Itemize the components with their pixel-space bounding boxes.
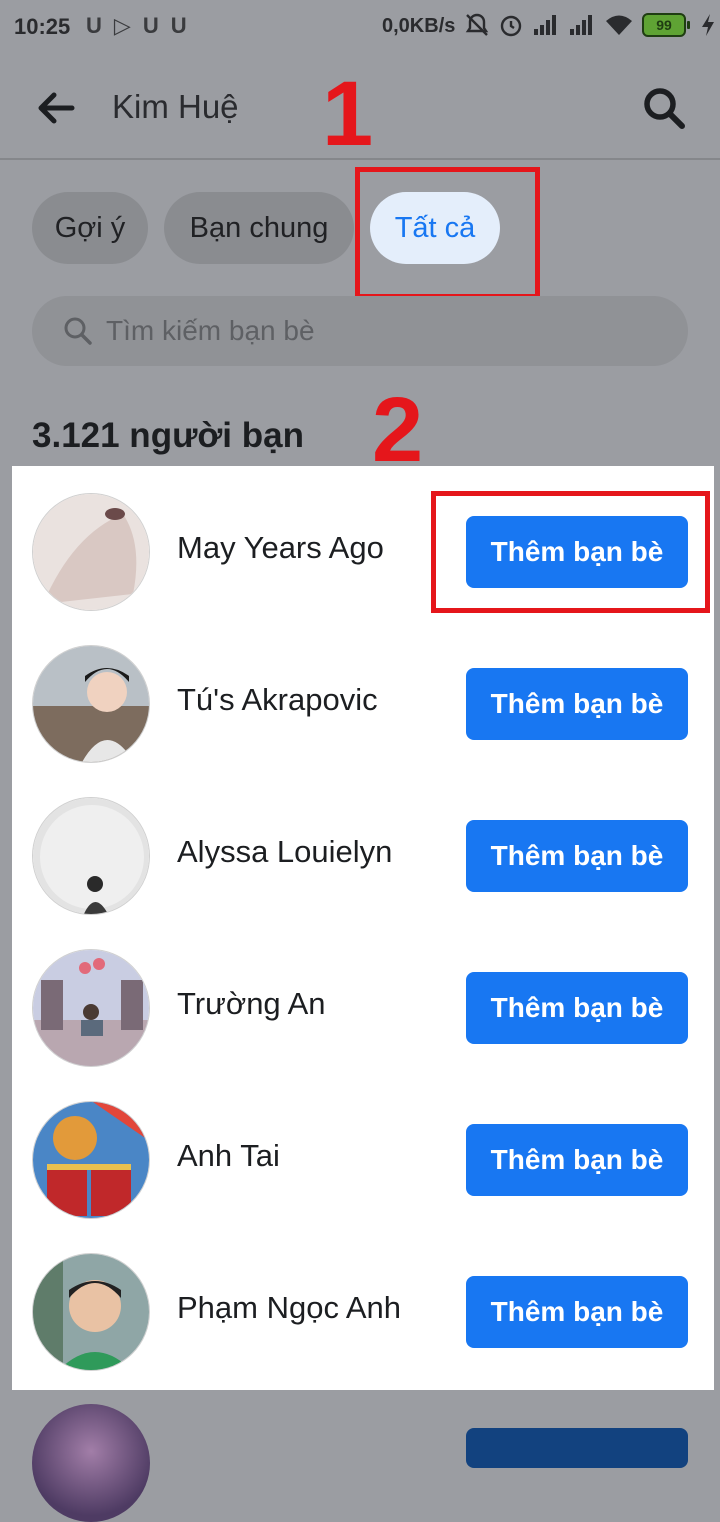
page-title: Kim Huệ <box>112 88 239 125</box>
network-speed: 0,0KB/s <box>382 15 456 37</box>
search-icon <box>64 317 92 345</box>
arrow-left-icon <box>38 92 75 124</box>
friend-name[interactable]: Anh Tai <box>177 1138 280 1174</box>
status-notification-icons: U ▷ U U <box>86 12 187 40</box>
battery-indicator: 99 <box>642 13 690 37</box>
avatar-photo <box>33 950 149 1066</box>
friend-name[interactable]: Tú's Akrapovic <box>177 682 378 718</box>
friend-name[interactable]: Alyssa Louielyn <box>177 834 392 870</box>
add-friend-button <box>466 1428 688 1468</box>
chip-suggestions[interactable]: Gợi ý <box>32 192 148 264</box>
add-friend-button[interactable]: Thêm bạn bè <box>466 972 688 1044</box>
friend-search-bar[interactable] <box>32 296 688 366</box>
friend-name[interactable]: Trường An <box>177 986 326 1022</box>
annotation-step-2: 2 <box>372 379 424 481</box>
add-friend-button[interactable]: Thêm bạn bè <box>466 1124 688 1196</box>
play-store-icon: ▷ <box>113 13 131 38</box>
avatar[interactable] <box>32 645 150 763</box>
list-item[interactable]: Tú's Akrapovic Thêm bạn bè <box>12 618 714 770</box>
search-button[interactable] <box>640 84 688 132</box>
mute-bell-icon <box>465 13 489 36</box>
avatar[interactable] <box>32 949 150 1067</box>
list-item[interactable]: Trường An Thêm bạn bè <box>12 922 714 1074</box>
avatar[interactable] <box>32 1253 150 1371</box>
friend-count: 3.121 người bạn <box>32 416 304 455</box>
add-friend-button[interactable]: Thêm bạn bè <box>466 820 688 892</box>
avatar-photo <box>33 1102 149 1218</box>
avatar[interactable] <box>32 493 150 611</box>
add-friend-button[interactable]: Thêm bạn bè <box>466 668 688 740</box>
status-bar: 10:25 U ▷ U U 0,0KB/s 99 <box>0 0 720 56</box>
annotation-highlight-box <box>431 491 710 613</box>
notification-u-icon: U <box>170 13 187 38</box>
add-friend-button[interactable]: Thêm bạn bè <box>466 1276 688 1348</box>
avatar-photo <box>33 798 149 914</box>
list-item[interactable]: Anh Tai Thêm bạn bè <box>12 1074 714 1226</box>
avatar[interactable] <box>32 1101 150 1219</box>
avatar-photo <box>33 1254 149 1370</box>
charging-icon <box>702 14 714 36</box>
chip-mutual-friends[interactable]: Bạn chung <box>164 192 354 264</box>
search-icon <box>644 88 685 129</box>
status-time: 10:25 <box>14 14 71 39</box>
wifi-icon <box>606 15 632 35</box>
avatar-photo <box>33 646 149 762</box>
avatar <box>32 1404 150 1522</box>
friend-search-input[interactable] <box>104 314 668 348</box>
friend-name[interactable]: May Years Ago <box>177 530 384 566</box>
notification-u-icon: U <box>86 13 102 38</box>
avatar[interactable] <box>32 797 150 915</box>
annotation-step-1: 1 <box>322 63 374 165</box>
annotation-highlight-box <box>355 167 540 299</box>
alarm-icon <box>500 15 522 37</box>
notification-u-icon: U <box>142 13 159 38</box>
avatar-photo <box>33 494 149 610</box>
back-button[interactable] <box>34 86 78 130</box>
signal-icon <box>534 15 556 35</box>
signal-icon <box>570 15 592 35</box>
status-system-icons: 99 <box>464 12 716 38</box>
list-item[interactable]: Phạm Ngọc Anh Thêm bạn bè <box>12 1226 714 1378</box>
list-item[interactable]: Alyssa Louielyn Thêm bạn bè <box>12 770 714 922</box>
friend-name[interactable]: Phạm Ngọc Anh <box>177 1290 401 1326</box>
